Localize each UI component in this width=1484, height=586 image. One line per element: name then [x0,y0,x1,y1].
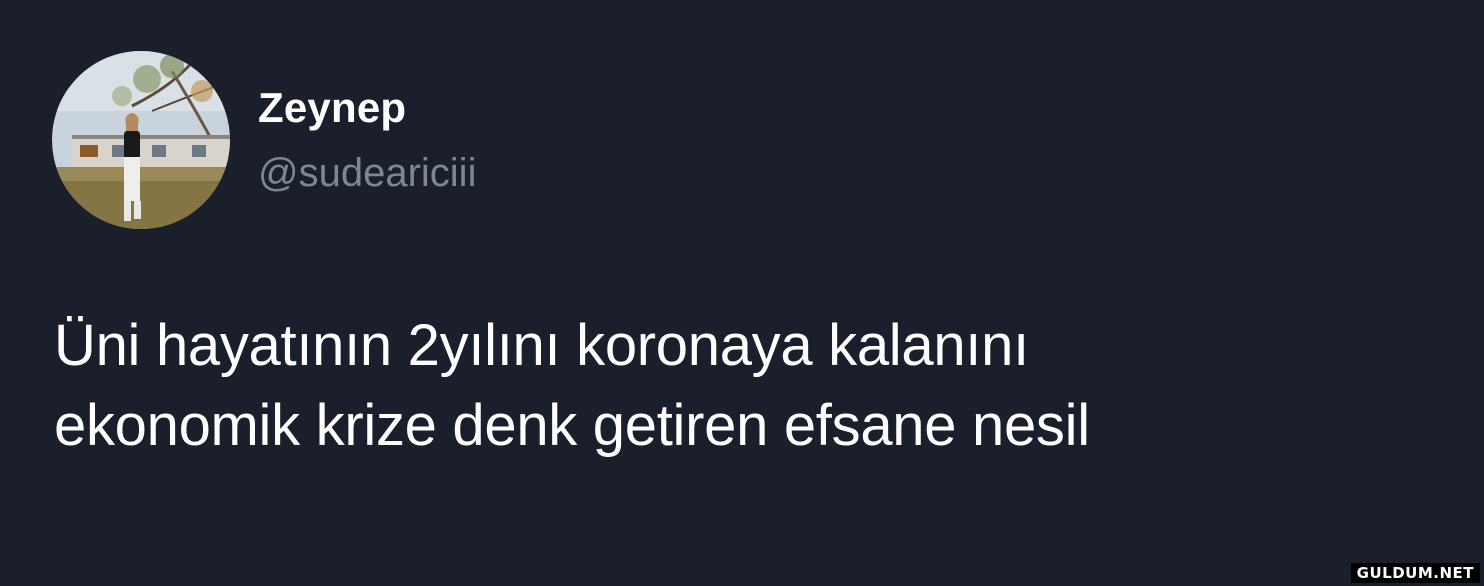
tweet-text-line: ekonomik krize denk getiren efsane nesil [54,393,1090,458]
profile-photo-icon [52,51,230,229]
author-handle[interactable]: @sudeariciii [258,151,476,196]
tweet-text-line: Üni hayatının 2yılını koronaya kalanını [54,313,1029,378]
tweet-card: Zeynep @sudeariciii Üni hayatının 2yılın… [0,0,1484,586]
author-display-name[interactable]: Zeynep [258,84,406,132]
tweet-text: Üni hayatının 2yılını koronaya kalanını … [54,306,1454,466]
avatar[interactable] [52,51,230,229]
watermark: GULDUM.NET [1350,563,1480,583]
